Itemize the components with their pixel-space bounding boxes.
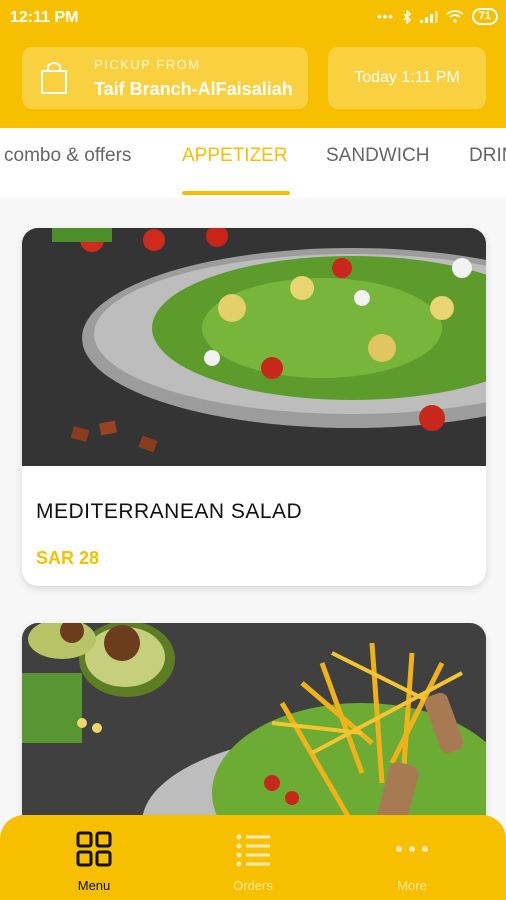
nav-item-orders[interactable]: Orders [169,815,337,900]
nav-label: More [397,878,427,893]
menu-item-name: MEDITERRANEAN SALAD [36,500,303,523]
pickup-branch-name: Taif Branch-AlFaisaliah [94,79,293,99]
pickup-time-label: Today 1:11 PM [354,69,460,86]
status-time: 12:11 PM [10,9,79,26]
nav-label: Orders [233,878,273,893]
tab-combo-offers[interactable]: combo & offers [4,145,131,167]
nav-item-menu[interactable]: Menu [10,815,178,900]
shopping-bag-icon [41,62,67,94]
status-icons: ••• 71 [377,8,498,25]
grid-icon [76,831,112,867]
list-icon [236,834,270,867]
more-dots-icon [396,846,428,852]
pickup-label: PICKUP FROM [94,57,201,72]
menu-item-card[interactable]: MEDITERRANEAN SALAD SAR 28 [22,228,486,586]
pickup-time-button[interactable]: Today 1:11 PM [328,47,486,109]
category-tabs: combo & offers APPETIZER SANDWICH DRINKS [0,128,506,198]
tab-appetizer[interactable]: APPETIZER [182,145,288,167]
tab-drinks[interactable]: DRINKS [469,145,506,167]
bluetooth-icon [403,9,411,24]
tab-sandwich[interactable]: SANDWICH [326,145,429,167]
wifi-icon [446,10,464,23]
battery-icon: 71 [471,8,498,25]
signal-icon [419,10,438,23]
notification-dots-icon: ••• [377,9,394,24]
status-bar: 12:11 PM ••• 71 [0,0,506,36]
app-header: 12:11 PM ••• 71 PICKUP FROM Taif Branch-… [0,0,506,128]
pickup-branch-selector[interactable]: PICKUP FROM Taif Branch-AlFaisaliah [22,47,308,109]
nav-label: Menu [77,878,111,893]
menu-item-price: SAR 28 [36,548,100,568]
nav-item-more[interactable]: More [328,815,496,900]
active-tab-indicator [182,191,290,195]
bottom-navigation: Menu Orders More [0,815,506,900]
mediterranean-salad-image [22,228,486,466]
